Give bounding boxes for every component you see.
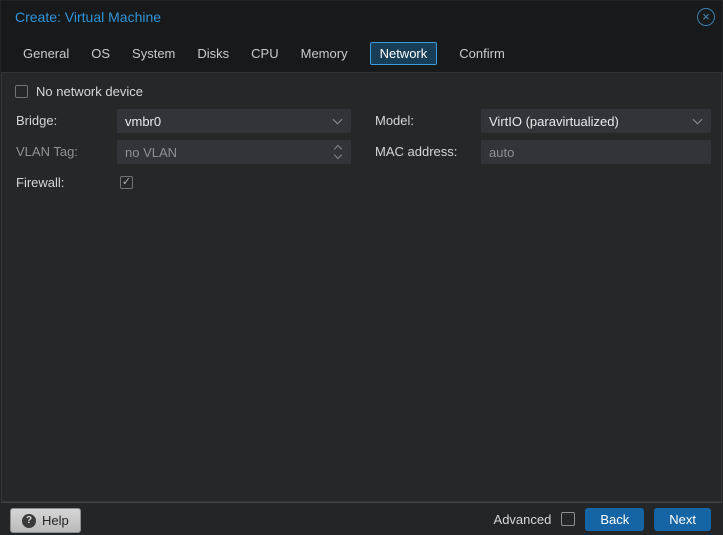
tab-system[interactable]: System bbox=[132, 46, 175, 61]
bridge-combobox[interactable] bbox=[117, 109, 351, 133]
vlan-tag-spinner[interactable] bbox=[117, 140, 351, 164]
tab-cpu[interactable]: CPU bbox=[251, 46, 278, 61]
bridge-label: Bridge: bbox=[16, 113, 58, 128]
help-button[interactable]: ? Help bbox=[10, 508, 81, 533]
mac-address-field[interactable] bbox=[481, 140, 711, 164]
no-network-device-label: No network device bbox=[36, 84, 143, 99]
tab-os[interactable]: OS bbox=[91, 46, 110, 61]
dialog-title: Create: Virtual Machine bbox=[15, 9, 162, 25]
help-icon: ? bbox=[22, 513, 36, 528]
bridge-input[interactable] bbox=[117, 109, 351, 133]
tab-general[interactable]: General bbox=[23, 46, 69, 61]
no-network-device-checkbox[interactable] bbox=[15, 85, 28, 98]
wizard-tabstrip: General OS System Disks CPU Memory Netwo… bbox=[1, 35, 722, 71]
model-label: Model: bbox=[375, 113, 415, 128]
advanced-checkbox[interactable] bbox=[561, 512, 576, 526]
tab-memory[interactable]: Memory bbox=[301, 46, 348, 61]
vlan-tag-label: VLAN Tag: bbox=[16, 144, 78, 159]
model-combobox[interactable] bbox=[481, 109, 711, 133]
network-form-panel: No network device Bridge: Model: VLAN Ta… bbox=[1, 72, 722, 502]
next-button[interactable]: Next bbox=[654, 507, 711, 531]
back-button[interactable]: Back bbox=[585, 507, 645, 531]
close-icon[interactable]: × bbox=[697, 8, 715, 26]
mac-address-input[interactable] bbox=[481, 140, 711, 164]
tab-network[interactable]: Network bbox=[369, 41, 438, 65]
mac-address-label: MAC address: bbox=[375, 144, 458, 159]
dialog-titlebar: Create: Virtual Machine × bbox=[1, 1, 722, 34]
vlan-tag-input[interactable] bbox=[117, 140, 351, 164]
help-button-label: Help bbox=[42, 513, 69, 528]
dialog-footer: ? Help Advanced Back Next bbox=[1, 502, 722, 534]
firewall-checkbox[interactable]: ✓ bbox=[120, 176, 133, 189]
tab-disks[interactable]: Disks bbox=[197, 46, 229, 61]
firewall-label: Firewall: bbox=[16, 175, 65, 190]
footer-actions: Advanced Back Next bbox=[493, 503, 711, 534]
create-vm-dialog: Create: Virtual Machine × General OS Sys… bbox=[0, 0, 723, 535]
model-input[interactable] bbox=[481, 109, 711, 133]
advanced-label: Advanced bbox=[493, 511, 552, 527]
tab-confirm[interactable]: Confirm bbox=[459, 46, 505, 61]
